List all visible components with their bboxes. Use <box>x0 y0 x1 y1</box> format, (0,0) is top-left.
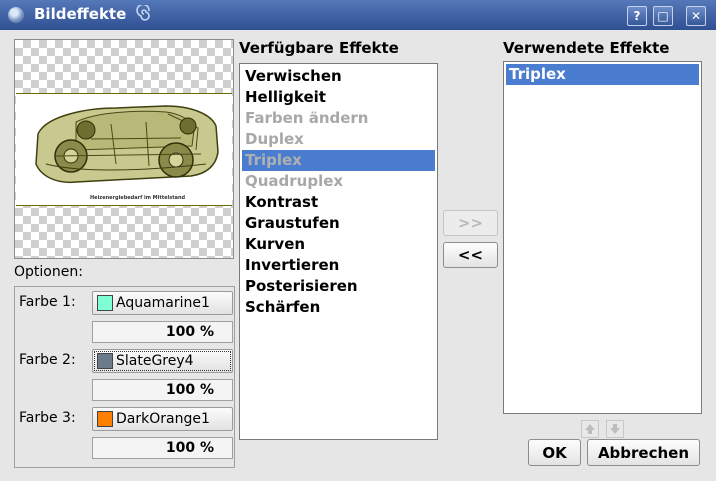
color2-name: SlateGrey4 <box>116 353 194 369</box>
list-item[interactable]: Triplex <box>506 64 699 85</box>
list-item[interactable]: Triplex <box>242 150 435 171</box>
color1-name: Aquamarine1 <box>116 295 210 311</box>
list-item[interactable]: Kontrast <box>242 192 435 213</box>
car-image <box>35 105 219 184</box>
color3-swatch <box>97 411 113 427</box>
cancel-button[interactable]: Abbrechen <box>587 439 700 466</box>
close-button[interactable]: ✕ <box>686 6 706 26</box>
help-button[interactable]: ? <box>627 6 647 26</box>
ok-button[interactable]: OK <box>528 439 581 466</box>
maximize-button[interactable]: □ <box>653 6 673 26</box>
arrow-down-icon <box>610 424 620 434</box>
list-item[interactable]: Schärfen <box>242 297 435 318</box>
color1-button[interactable]: Aquamarine1 <box>92 291 233 315</box>
arrow-up-icon <box>585 424 595 434</box>
list-item[interactable]: Kurven <box>242 234 435 255</box>
color2-button[interactable]: SlateGrey4 <box>92 349 233 373</box>
list-item[interactable]: Posterisieren <box>242 276 435 297</box>
options-label: Optionen: <box>14 264 83 280</box>
list-item[interactable]: Duplex <box>242 129 435 150</box>
app-globe-icon[interactable] <box>8 7 24 23</box>
color3-button[interactable]: DarkOrange1 <box>92 407 233 431</box>
color3-name: DarkOrange1 <box>116 411 210 427</box>
remove-effect-button[interactable]: << <box>443 242 498 268</box>
used-effects-label: Verwendete Effekte <box>503 39 670 57</box>
list-item[interactable]: Invertieren <box>242 255 435 276</box>
title-bar[interactable]: Bildeffekte ? □ ✕ <box>0 0 716 30</box>
color2-percent-spinbox[interactable]: 100 % <box>92 379 233 401</box>
window-title: Bildeffekte <box>34 5 127 23</box>
color3-percent-spinbox[interactable]: 100 % <box>92 437 233 459</box>
move-down-button[interactable] <box>606 420 624 438</box>
list-item[interactable]: Helligkeit <box>242 87 435 108</box>
used-effects-list[interactable]: Triplex <box>503 61 702 414</box>
image-preview: Heizenergiebedarf im Mittelstand <box>14 39 234 259</box>
list-item[interactable]: Quadruplex <box>242 171 435 192</box>
list-item[interactable]: Graustufen <box>242 213 435 234</box>
color3-label: Farbe 3: <box>19 410 76 426</box>
spiral-icon <box>136 5 150 21</box>
preview-image: Heizenergiebedarf im Mittelstand <box>16 93 232 206</box>
preview-caption: Heizenergiebedarf im Mittelstand <box>90 195 186 201</box>
color2-swatch <box>97 353 113 369</box>
add-effect-button[interactable]: >> <box>443 210 498 236</box>
color1-label: Farbe 1: <box>19 294 76 310</box>
color1-percent-spinbox[interactable]: 100 % <box>92 321 233 343</box>
color1-swatch <box>97 295 113 311</box>
available-effects-label: Verfügbare Effekte <box>239 39 399 57</box>
move-up-button[interactable] <box>581 420 599 438</box>
color2-label: Farbe 2: <box>19 352 76 368</box>
available-effects-list[interactable]: Verwischen Helligkeit Farben ändern Dupl… <box>239 63 438 440</box>
list-item[interactable]: Farben ändern <box>242 108 435 129</box>
list-item[interactable]: Verwischen <box>242 66 435 87</box>
